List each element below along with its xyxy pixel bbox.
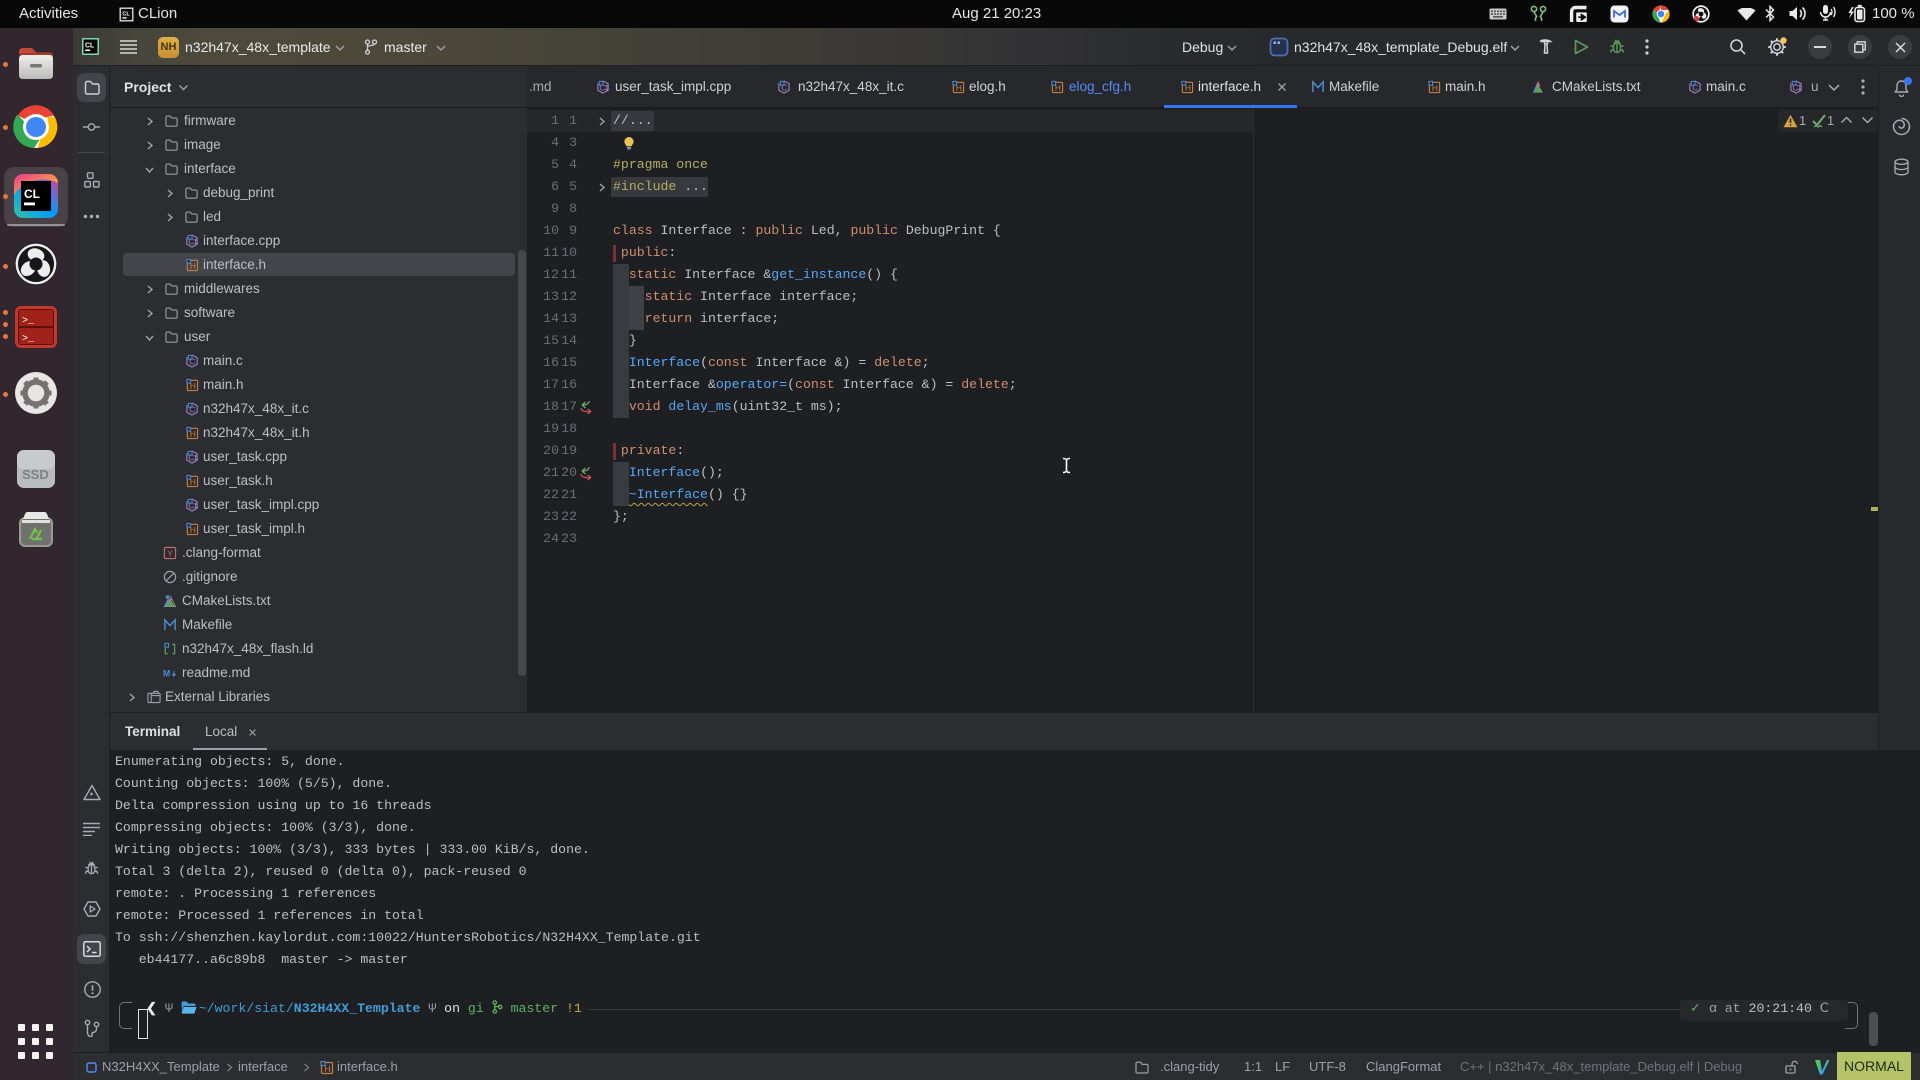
svg-text:M: M: [163, 669, 170, 679]
svg-text:Y: Y: [167, 549, 173, 559]
svg-text:SSD: SSD: [22, 467, 49, 482]
svg-text:CL: CL: [85, 43, 95, 50]
svg-text:CL: CL: [122, 12, 130, 18]
svg-text:CL: CL: [24, 187, 40, 201]
svg-text:>_: >_: [22, 334, 35, 345]
svg-text:>_: >_: [22, 316, 35, 327]
